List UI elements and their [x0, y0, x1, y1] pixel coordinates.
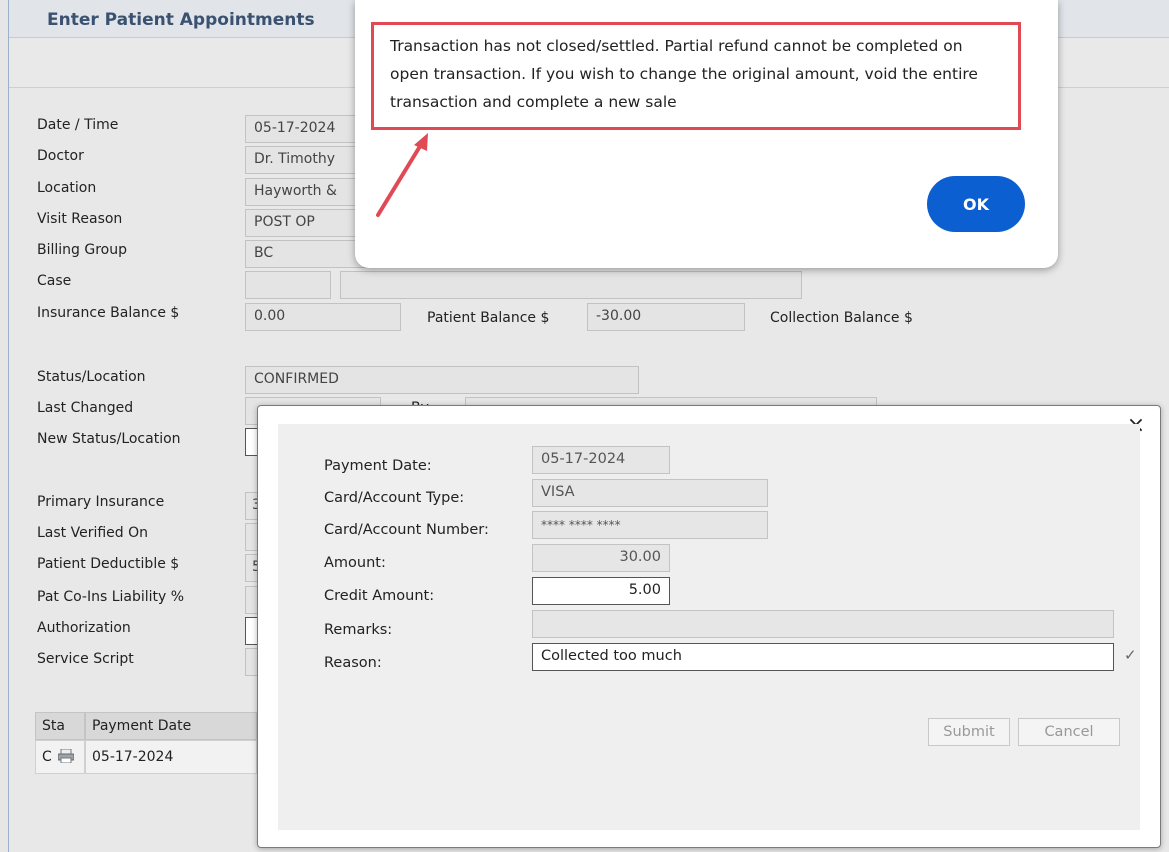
case-description-field[interactable] [340, 271, 802, 299]
patient-balance-label: Patient Balance $ [427, 310, 550, 326]
date-time-label: Date / Time [37, 117, 119, 133]
remarks-input[interactable] [532, 610, 1114, 638]
patient-deductible-label: Patient Deductible $ [37, 556, 180, 572]
payment-date-cell: 05-17-2024 [85, 740, 257, 774]
card-type-label: Card/Account Type: [324, 490, 465, 506]
credit-refund-dialog: × Payment Date: 05-17-2024 Card/Account … [257, 405, 1161, 848]
location-label: Location [37, 180, 97, 196]
case-number-field[interactable] [245, 271, 331, 299]
column-header-payment-date[interactable]: Payment Date [85, 712, 257, 740]
status-location-field: CONFIRMED [245, 366, 639, 394]
case-label: Case [37, 273, 72, 289]
card-type-field: VISA [532, 479, 768, 507]
column-header-status[interactable]: Sta [35, 712, 85, 740]
reason-label: Reason: [324, 655, 382, 671]
authorization-label: Authorization [37, 620, 131, 636]
credit-amount-label: Credit Amount: [324, 588, 435, 604]
collection-balance-label: Collection Balance $ [770, 310, 913, 326]
new-status-location-label: New Status/Location [37, 431, 181, 447]
ok-button[interactable]: OK [927, 176, 1025, 232]
doctor-label: Doctor [37, 148, 84, 164]
checkmark-icon: ✓ [1124, 646, 1137, 664]
insurance-balance-field: 0.00 [245, 303, 401, 331]
primary-insurance-label: Primary Insurance [37, 494, 165, 510]
alert-message: Transaction has not closed/settled. Part… [371, 22, 1021, 130]
billing-group-label: Billing Group [37, 242, 127, 258]
insurance-balance-label: Insurance Balance $ [37, 305, 180, 321]
pat-coins-liability-label: Pat Co-Ins Liability % [37, 589, 185, 605]
last-verified-label: Last Verified On [37, 525, 149, 541]
service-script-label: Service Script [37, 651, 134, 667]
table-row[interactable]: C [35, 740, 85, 774]
amount-label: Amount: [324, 555, 386, 571]
status-location-label: Status/Location [37, 369, 146, 385]
submit-button[interactable]: Submit [928, 718, 1010, 746]
page-title: Enter Patient Appointments [47, 10, 315, 30]
alert-dialog: Transaction has not closed/settled. Part… [355, 0, 1058, 268]
status-cell: C [42, 749, 52, 765]
cancel-button[interactable]: Cancel [1018, 718, 1120, 746]
card-number-label: Card/Account Number: [324, 522, 489, 538]
amount-field: 30.00 [532, 544, 670, 572]
payment-date-label: Payment Date: [324, 458, 432, 474]
visit-reason-label: Visit Reason [37, 211, 123, 227]
remarks-label: Remarks: [324, 622, 393, 638]
printer-icon[interactable] [57, 748, 75, 764]
payment-date-field: 05-17-2024 [532, 446, 670, 474]
reason-input[interactable]: Collected too much [532, 643, 1114, 671]
last-changed-label: Last Changed [37, 400, 134, 416]
annotation-arrow-icon [376, 133, 428, 217]
card-number-field: **** **** **** [532, 511, 768, 539]
patient-balance-field: -30.00 [587, 303, 745, 331]
refund-dialog-body: Payment Date: 05-17-2024 Card/Account Ty… [278, 424, 1140, 830]
credit-amount-input[interactable]: 5.00 [532, 577, 670, 605]
